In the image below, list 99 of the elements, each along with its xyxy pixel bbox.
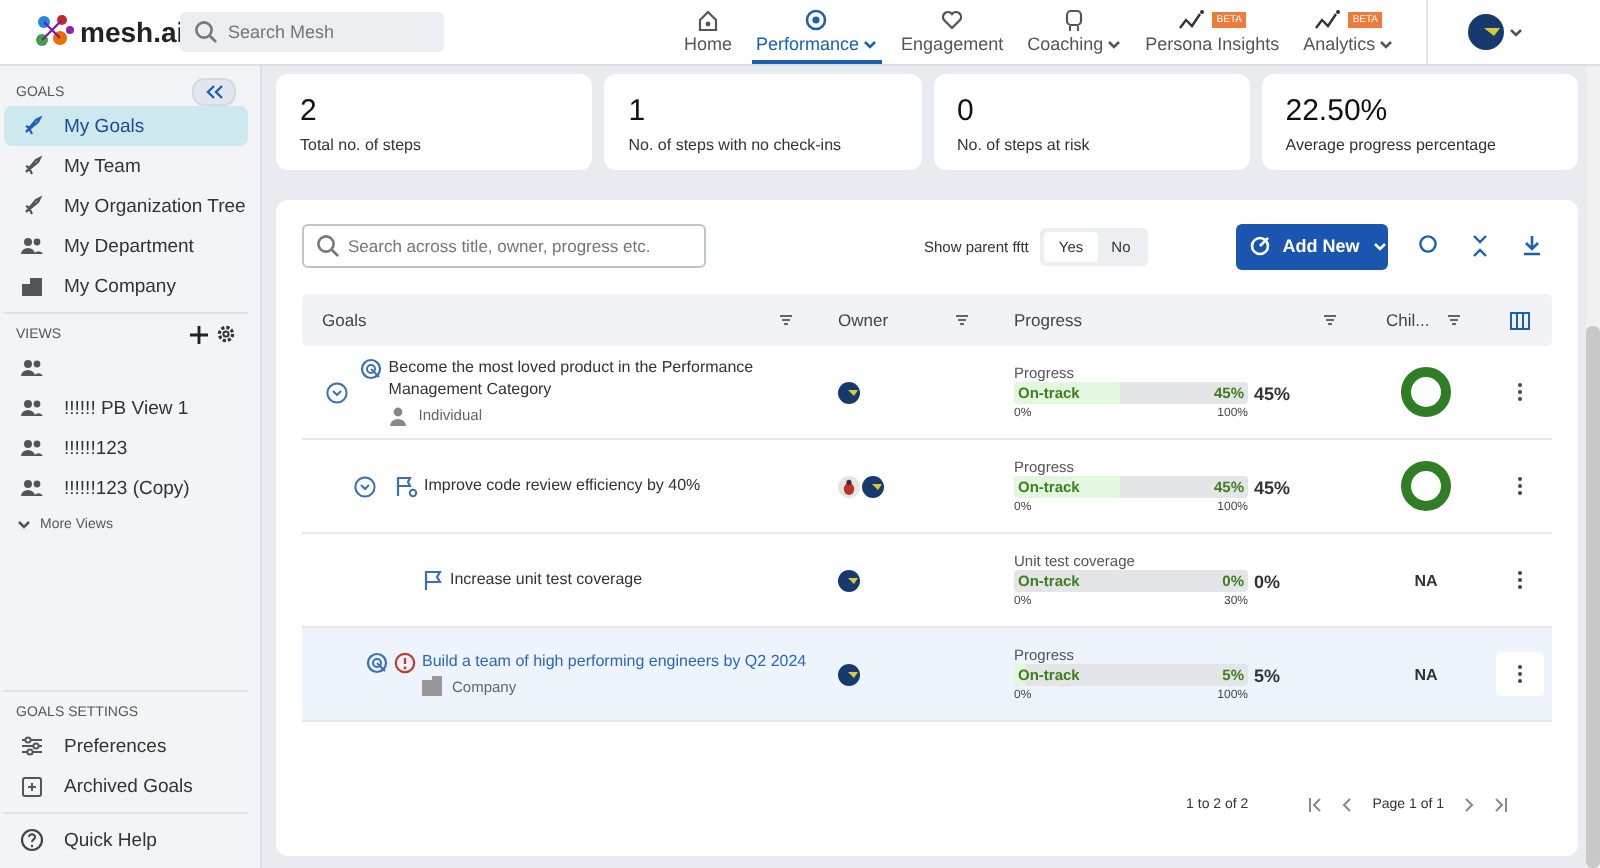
row-menu-button[interactable] <box>1495 652 1543 696</box>
settings-item[interactable]: Preferences <box>4 726 248 766</box>
nav-tab[interactable]: Engagement <box>897 0 1008 64</box>
people-icon <box>20 396 44 420</box>
people-icon <box>20 436 44 460</box>
sidebar-item[interactable]: My Team <box>4 146 248 186</box>
expand-toggle[interactable] <box>326 381 349 403</box>
search-icon <box>316 234 340 258</box>
heart-icon <box>940 7 965 31</box>
double-chevron-icon <box>204 84 224 100</box>
avatar-icon <box>862 475 884 497</box>
filter-icon <box>954 312 970 328</box>
stat-value: 0 <box>957 94 976 128</box>
progress-value: 5% <box>1254 665 1281 685</box>
help-link[interactable]: Quick Help <box>4 820 248 860</box>
building-icon <box>422 676 442 697</box>
goal-title[interactable]: Build a team of high performing engineers by Q2 2024 <box>422 651 807 673</box>
add-new-button[interactable]: Add New <box>1236 223 1389 269</box>
more-icon <box>1515 476 1523 496</box>
settings-item[interactable]: Archived Goals <box>4 766 248 806</box>
search-field[interactable]: Search across title, owner, progress etc. <box>302 224 706 268</box>
person-icon <box>388 405 409 426</box>
collapse-icon <box>326 381 348 403</box>
people-icon <box>20 476 44 500</box>
goal-title[interactable]: Increase unit test coverage <box>450 569 643 591</box>
progress-value: 45% <box>1254 383 1291 403</box>
column-header[interactable]: Chil... <box>1386 310 1430 330</box>
collapse-all-icon <box>1472 234 1489 258</box>
filter-icon <box>1446 312 1462 328</box>
building-icon <box>20 274 44 298</box>
goal-title[interactable]: Become the most loved product in the Performance Management Category <box>388 358 818 402</box>
column-header[interactable]: Owner <box>838 310 889 330</box>
trend-icon <box>1314 7 1343 31</box>
stat-value: 22.50% <box>1285 94 1390 128</box>
stat-label: No. of steps at risk <box>957 136 1092 154</box>
stat-label: No. of steps with no check-ins <box>628 136 844 154</box>
collapse-icon <box>354 475 376 497</box>
table-cell: NA <box>1414 665 1438 683</box>
goal-title[interactable]: Improve code review efficiency by 40% <box>424 475 701 497</box>
trend-icon <box>1178 7 1207 31</box>
view-item[interactable]: !!!!!!123 (Copy) <box>4 468 248 508</box>
flag-icon <box>422 569 444 591</box>
table-cell: NA <box>1414 571 1438 589</box>
archive-icon <box>20 774 44 798</box>
stat-label: Total no. of steps <box>300 136 423 154</box>
gear-icon <box>216 324 236 344</box>
people-icon <box>20 234 44 258</box>
sidebar-item[interactable]: My Goals <box>4 106 248 146</box>
search-field[interactable]: Search Mesh <box>180 12 444 52</box>
flag-person-icon <box>394 475 418 497</box>
nav-tab[interactable]: Home <box>680 0 737 64</box>
people-icon <box>20 356 44 380</box>
search-icon <box>194 20 218 44</box>
nav-tab[interactable]: Coaching <box>1023 0 1126 64</box>
avatar-icon <box>838 381 860 403</box>
more-icon <box>1515 664 1523 684</box>
target-icon <box>360 358 383 381</box>
profile-avatar-icon <box>1467 14 1504 50</box>
next-page-icon <box>1464 798 1474 812</box>
collapse-button[interactable] <box>192 78 236 106</box>
plus-icon <box>190 325 208 343</box>
sidebar-item[interactable]: My Company <box>4 266 248 306</box>
progress-donut <box>1400 460 1452 512</box>
view-item[interactable]: !!!!!!123 <box>4 428 248 468</box>
home-icon <box>696 7 720 31</box>
sidebar-item[interactable]: My Organization Tree <box>4 186 248 226</box>
avatar-icon <box>838 663 860 685</box>
avatar-icon <box>838 569 860 591</box>
target-icon <box>1250 236 1271 256</box>
nav-tab[interactable]: Performance <box>752 0 882 64</box>
scrollbar[interactable] <box>1586 66 1600 868</box>
help-icon <box>20 828 44 852</box>
sliders-icon <box>20 734 44 758</box>
caret-icon <box>1371 238 1388 254</box>
filter-icon <box>1322 312 1338 328</box>
columns-icon <box>1509 311 1529 329</box>
target-icon <box>366 651 388 674</box>
progress-donut <box>1400 366 1452 418</box>
stat-value: 2 <box>300 94 319 128</box>
last-page-icon <box>1494 798 1508 812</box>
column-header[interactable]: Goals <box>322 310 367 330</box>
more-icon <box>1515 570 1523 590</box>
caret-icon <box>16 516 32 532</box>
bug-avatar-icon <box>838 475 860 497</box>
sidebar-item[interactable]: My Department <box>4 226 248 266</box>
caret-icon <box>1507 24 1524 40</box>
filter-icon <box>778 312 794 328</box>
target-icon <box>804 7 829 31</box>
previous-page-icon <box>1342 798 1353 812</box>
download-icon <box>1522 234 1543 256</box>
more-icon <box>1515 382 1523 402</box>
first-page-icon <box>1308 798 1323 812</box>
view-item[interactable]: !!!!!! PB View 1 <box>4 388 248 428</box>
progress-value: 0% <box>1254 571 1281 591</box>
stat-label: Average progress percentage <box>1285 136 1499 154</box>
column-header[interactable]: Progress <box>1014 310 1083 330</box>
logo-text: mesh.ai <box>80 16 185 48</box>
progress-value: 45% <box>1254 477 1291 497</box>
stat-value: 1 <box>628 94 648 128</box>
